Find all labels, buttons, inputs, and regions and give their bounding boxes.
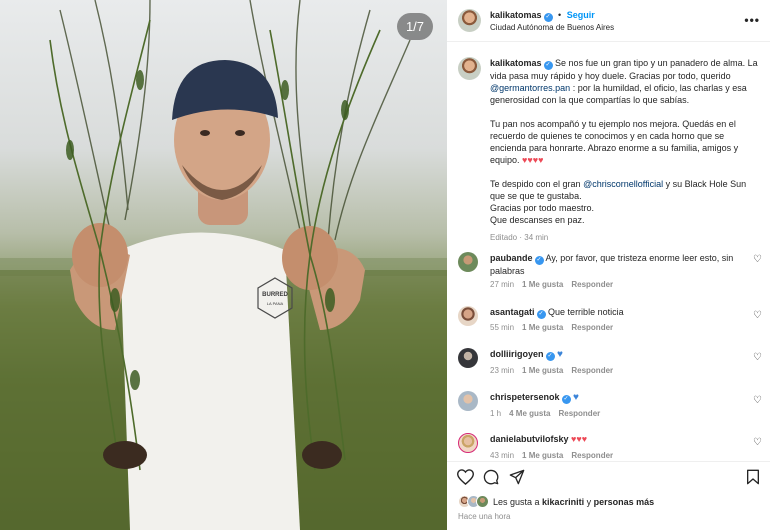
reply-button[interactable]: Responder (571, 280, 613, 289)
liker-avatar (476, 495, 489, 508)
caption-edited-time: Editado · 34 min (490, 233, 549, 242)
likes-mid: y (584, 497, 594, 507)
verified-badge-icon: ✓ (534, 256, 544, 265)
comment-text: Que terrible noticia (548, 307, 624, 317)
comment-like-heart-icon[interactable]: ♡ (753, 254, 762, 265)
comment-text: ♥ (573, 392, 579, 403)
commenter-avatar[interactable] (458, 306, 478, 326)
verified-badge-icon: ✓ (545, 352, 555, 361)
comment-like-heart-icon[interactable]: ♡ (753, 395, 762, 406)
photo-illustration: BURRED LA PANA (0, 0, 447, 530)
comment-likes[interactable]: 1 Me gusta (522, 280, 563, 289)
caption-username[interactable]: kalikatomas (490, 58, 542, 68)
image-counter: 1/7 (397, 13, 433, 40)
commenter-avatar[interactable] (458, 252, 478, 272)
comment-like-heart-icon[interactable]: ♡ (753, 310, 762, 321)
reply-button[interactable]: Responder (558, 409, 600, 418)
likes-summary: Les gusta a kikacriniti y personas más (493, 497, 654, 507)
shirt-logo-text: BURRED (262, 292, 288, 298)
follow-button[interactable]: Seguir (567, 10, 595, 20)
comment-likes[interactable]: 4 Me gusta (509, 409, 550, 418)
commenter-username[interactable]: danielabutvilofsky (490, 434, 569, 444)
mention-link[interactable]: @chriscornellofficial (583, 179, 663, 189)
commenter-avatar[interactable] (458, 433, 478, 453)
likes-prefix: Les gusta a (493, 497, 543, 507)
caption-text-3d: Que descanses en paz. (490, 215, 585, 225)
comment-time: 1 h (490, 409, 502, 418)
comment-likes[interactable]: 1 Me gusta (522, 366, 563, 375)
instagram-post-modal: BURRED LA PANA 1/7 kalikatomas ✓ • Seguir… (0, 0, 770, 530)
separator-dot: • (558, 10, 562, 20)
post-location[interactable]: Ciudad Autónoma de Buenos Aires (490, 23, 614, 32)
post-photo[interactable]: BURRED LA PANA 1/7 (0, 0, 447, 530)
verified-badge-icon: ✓ (543, 13, 553, 22)
like-heart-icon[interactable] (457, 469, 474, 485)
post-header: kalikatomas ✓ • Seguir Ciudad Autónoma de… (447, 0, 770, 42)
more-options-icon[interactable]: ••• (744, 13, 760, 27)
share-paper-plane-icon[interactable] (509, 469, 525, 485)
commenter-username[interactable]: paubande (490, 253, 533, 263)
post-actions-bar: Les gusta a kikacriniti y personas más H… (447, 461, 770, 530)
comment-time: 23 min (490, 366, 515, 375)
save-bookmark-icon[interactable] (746, 469, 760, 485)
liker-username[interactable]: kikacriniti (542, 497, 584, 507)
comment-like-heart-icon[interactable]: ♡ (753, 352, 762, 363)
author-username[interactable]: kalikatomas (490, 10, 542, 20)
likers-avatars[interactable] (458, 495, 492, 509)
author-avatar[interactable] (458, 9, 481, 32)
commenter-username[interactable]: chrispetersenok (490, 392, 560, 402)
caption-avatar[interactable] (458, 57, 481, 80)
post-timestamp: Hace una hora (458, 512, 511, 521)
verified-badge-icon: ✓ (561, 395, 571, 404)
commenter-username[interactable]: asantagati (490, 307, 535, 317)
commenter-username[interactable]: dolliirigoyen (490, 349, 544, 359)
comment-text: ♥♥♥ (571, 434, 588, 444)
comment-likes[interactable]: 1 Me gusta (522, 323, 563, 332)
comment-likes[interactable]: 1 Me gusta (522, 451, 563, 460)
verified-badge-icon: ✓ (536, 310, 546, 319)
caption-text-3a: Te despido con el gran (490, 179, 584, 189)
comment-time: 55 min (490, 323, 515, 332)
caption-text-3c: Gracias por todo maestro. (490, 203, 595, 213)
heart-emojis: ♥♥♥♥ (522, 155, 544, 165)
comment-like-heart-icon[interactable]: ♡ (753, 437, 762, 448)
comment-time: 27 min (490, 280, 515, 289)
likes-others-link[interactable]: personas más (594, 497, 655, 507)
shirt-logo-subtext: LA PANA (267, 301, 284, 306)
reply-button[interactable]: Responder (571, 323, 613, 332)
reply-button[interactable]: Responder (571, 451, 613, 460)
post-side-panel: kalikatomas ✓ • Seguir Ciudad Autónoma de… (447, 0, 770, 530)
comment-icon[interactable] (483, 469, 499, 485)
reply-button[interactable]: Responder (571, 366, 613, 375)
comment-text: ♥ (557, 349, 563, 360)
verified-badge-icon: ✓ (543, 61, 553, 70)
post-caption: kalikatomas ✓ Se nos fue un gran tipo y u… (490, 57, 762, 244)
mention-link[interactable]: @germantorres.pan (490, 83, 570, 93)
commenter-avatar[interactable] (458, 348, 478, 368)
comment-time: 43 min (490, 451, 515, 460)
commenter-avatar[interactable] (458, 391, 478, 411)
